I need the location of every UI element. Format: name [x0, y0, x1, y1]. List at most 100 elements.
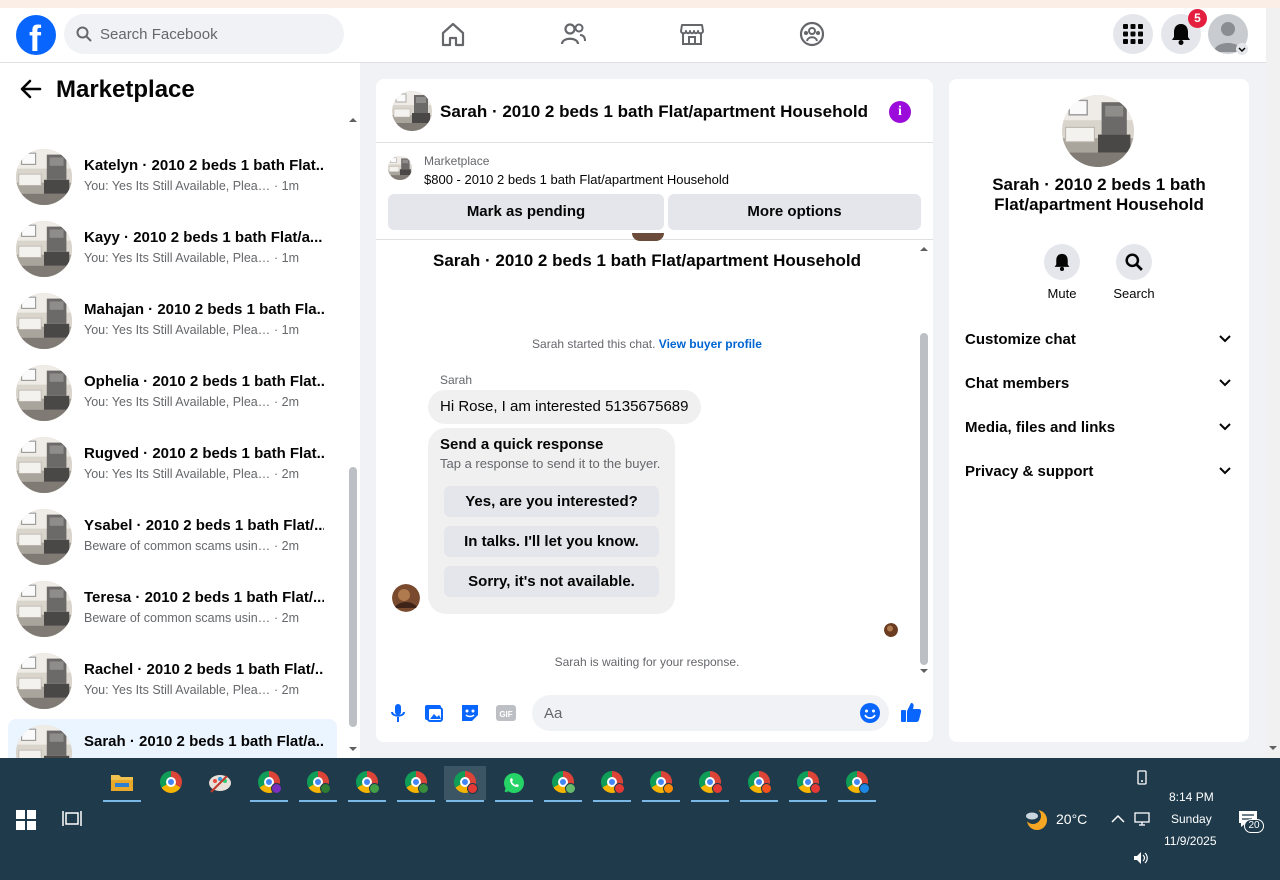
quick-response-option[interactable]: Yes, are you interested? [444, 486, 659, 517]
media-files-links-row[interactable]: Media, files and links [965, 413, 1233, 445]
chat-title[interactable]: Sarah · 2010 2 beds 1 bath Flat/apartmen… [440, 102, 868, 122]
weather-temperature[interactable]: 20°C [1056, 811, 1087, 827]
snippet-text: You: Yes Its Still Available, Please S..… [84, 179, 272, 193]
mute-action[interactable]: Mute [1032, 244, 1092, 301]
chat-members-row[interactable]: Chat members [965, 369, 1233, 401]
mark-as-pending-button[interactable]: Mark as pending [388, 194, 664, 230]
scroll-up-arrow-icon[interactable] [348, 116, 358, 124]
chrome-profile-taskbar-icon[interactable] [248, 766, 290, 802]
groups-icon[interactable] [798, 20, 826, 48]
listing-thumbnail[interactable] [392, 91, 432, 131]
chrome-profile-taskbar-icon[interactable] [738, 766, 780, 802]
whatsapp-taskbar-icon[interactable] [493, 766, 535, 802]
volume-icon[interactable] [1133, 851, 1149, 865]
conversation-item[interactable]: Teresa · 2010 2 beds 1 bath Flat/... Bewa… [8, 575, 337, 643]
menu-grid-button[interactable] [1113, 14, 1153, 54]
chrome-profile-taskbar-icon[interactable] [542, 766, 584, 802]
search-bar[interactable] [64, 14, 344, 54]
clock-time[interactable]: 8:14 PM [1169, 790, 1214, 804]
quick-response-option[interactable]: In talks. I'll let you know. [444, 526, 659, 557]
privacy-support-row[interactable]: Privacy & support [965, 457, 1233, 489]
message-input[interactable] [544, 695, 844, 731]
chrome-profile-taskbar-icon[interactable] [689, 766, 731, 802]
notifications-button[interactable]: 5 [1161, 9, 1207, 54]
chat-scrollbar[interactable] [918, 245, 930, 675]
quick-response-option[interactable]: Sorry, it's not available. [444, 566, 659, 597]
chrome-profile-taskbar-icon[interactable] [346, 766, 388, 802]
sender-avatar[interactable] [392, 584, 420, 612]
snippet-text: You: Yes Its Still Available, Please S..… [84, 251, 272, 265]
page-scrollbar[interactable] [1266, 8, 1280, 758]
notification-center-count: 20 [1244, 819, 1264, 833]
scrollbar-thumb[interactable] [920, 333, 928, 665]
conversation-item[interactable]: Sarah · 2010 2 beds 1 bath Flat/a... [8, 719, 337, 758]
scroll-down-arrow-icon[interactable] [1268, 744, 1278, 752]
emoji-icon[interactable] [859, 702, 881, 724]
chrome-taskbar-icon[interactable] [150, 766, 192, 800]
conversation-item[interactable]: Rugved · 2010 2 beds 1 bath Flat... You: … [8, 431, 337, 499]
scroll-down-arrow-icon[interactable] [348, 745, 358, 753]
scroll-up-arrow-icon[interactable] [919, 245, 929, 253]
scroll-down-arrow-icon[interactable] [919, 667, 929, 675]
chat-header: Sarah · 2010 2 beds 1 bath Flat/apartmen… [376, 79, 933, 143]
info-icon[interactable]: i [889, 101, 911, 123]
home-icon[interactable] [439, 20, 467, 48]
message-thread: Sarah · 2010 2 beds 1 bath Flat/apartmen… [376, 233, 933, 681]
search-label: Search [1113, 286, 1155, 301]
view-buyer-profile-link[interactable]: View buyer profile [659, 337, 762, 351]
section-label: Media, files and links [965, 419, 1116, 436]
listing-summary[interactable]: $800 - 2010 2 beds 1 bath Flat/apartment… [424, 172, 729, 187]
conversation-item[interactable]: Rachel · 2010 2 beds 1 bath Flat/... You:… [8, 647, 337, 715]
clock-date[interactable]: 11/9/2025 [1164, 834, 1217, 848]
conversation-item[interactable]: Ysabel · 2010 2 beds 1 bath Flat/... Bewa… [8, 503, 337, 571]
conversation-item[interactable]: Kayy · 2010 2 beds 1 bath Flat/a... You: … [8, 215, 337, 283]
friends-icon[interactable] [559, 20, 587, 48]
task-view-icon[interactable] [62, 810, 82, 828]
message-bubble[interactable]: Hi Rose, I am interested 5135675689 [428, 390, 701, 424]
chrome-profile-taskbar-icon[interactable] [395, 766, 437, 802]
chrome-profile-taskbar-icon[interactable] [297, 766, 339, 802]
conversation-name: Teresa · 2010 2 beds 1 bath Flat/... [84, 589, 324, 606]
snippet-time: · 1m [274, 251, 299, 265]
chrome-profile-taskbar-icon[interactable] [444, 766, 486, 802]
chrome-profile-taskbar-icon[interactable] [836, 766, 878, 802]
account-chevron-icon[interactable] [1236, 43, 1248, 55]
listing-large-thumbnail[interactable] [1062, 95, 1134, 167]
photo-icon[interactable] [423, 702, 445, 724]
chrome-profile-taskbar-icon[interactable] [640, 766, 682, 802]
network-icon[interactable] [1133, 811, 1151, 827]
search-action[interactable]: Search [1104, 244, 1164, 301]
microphone-icon[interactable] [387, 702, 409, 724]
thumbs-up-icon[interactable] [899, 700, 923, 724]
back-arrow-icon[interactable] [20, 79, 42, 99]
paint-taskbar-icon[interactable] [199, 766, 241, 800]
chrome-profile-taskbar-icon[interactable] [591, 766, 633, 802]
gif-icon[interactable]: GIF [495, 702, 517, 724]
conversation-item[interactable]: Ophelia · 2010 2 beds 1 bath Flat... You:… [8, 359, 337, 427]
conversation-item[interactable]: Katelyn · 2010 2 beds 1 bath Flat... You:… [8, 143, 337, 211]
listing-small-thumbnail[interactable] [388, 156, 412, 180]
device-icon[interactable] [1135, 770, 1149, 786]
chevron-down-icon [1219, 467, 1231, 475]
facebook-logo[interactable]: f [16, 15, 56, 59]
search-input[interactable] [100, 14, 330, 54]
conversation-list-scrollbar[interactable] [347, 115, 359, 758]
marketplace-icon[interactable] [678, 20, 706, 48]
message-input-box[interactable] [532, 695, 889, 731]
conversation-item[interactable]: Mahajan · 2010 2 beds 1 bath Fla... You: … [8, 287, 337, 355]
chat-started-notice: Sarah started this chat. View buyer prof… [376, 337, 918, 351]
weather-moon-icon[interactable] [1024, 807, 1050, 831]
customize-chat-row[interactable]: Customize chat [965, 325, 1233, 357]
snippet-time: · 1m [274, 323, 299, 337]
chrome-profile-taskbar-icon[interactable] [787, 766, 829, 802]
chevron-up-icon[interactable] [1111, 814, 1125, 824]
sticker-icon[interactable] [459, 702, 481, 724]
listing-thumbnail [16, 149, 72, 205]
file-explorer-taskbar-icon[interactable] [101, 766, 143, 802]
scrollbar-thumb[interactable] [349, 467, 357, 727]
listing-thumbnail [16, 725, 72, 758]
more-options-button[interactable]: More options [668, 194, 921, 230]
clock-day[interactable]: Sunday [1171, 812, 1212, 826]
quick-response-title: Send a quick response [440, 436, 604, 453]
windows-start-icon[interactable] [16, 810, 36, 830]
